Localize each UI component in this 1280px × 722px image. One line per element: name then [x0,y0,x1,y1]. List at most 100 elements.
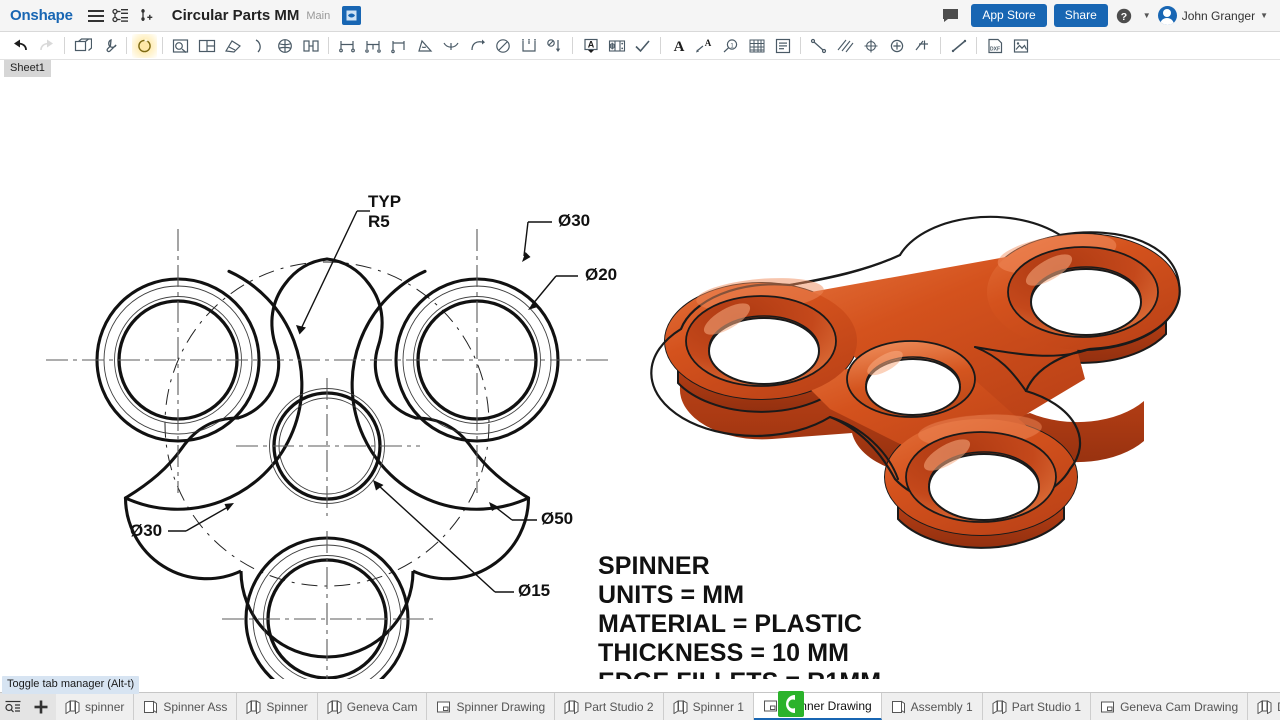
export-dxf-button[interactable]: DXF [982,34,1007,58]
tab-geneva-cam[interactable]: Geneva Cam [318,693,428,720]
version-branch-icon[interactable] [135,5,157,27]
broken-view-button[interactable] [298,34,323,58]
note-line: EDGE FILLETS = R1MM [598,668,881,679]
copy-button[interactable] [70,34,95,58]
user-menu[interactable]: John Granger ▼ [1158,6,1268,25]
projected-view-button[interactable] [194,34,219,58]
leader-dim-15 [378,485,514,592]
svg-text:?: ? [1121,11,1127,23]
app-store-button[interactable]: App Store [971,4,1046,27]
redo-button[interactable] [34,34,59,58]
tab-label: Spinner Drawing [456,700,545,714]
annotation-typ-r5: TYP R5 [368,192,401,232]
dimension-aligned-button[interactable] [360,34,385,58]
dimension-radial-button[interactable] [438,34,463,58]
circle-tool-button[interactable] [132,34,157,58]
dimension-arc-button[interactable] [464,34,489,58]
hatch-button[interactable] [832,34,857,58]
toolbar-divider [162,37,163,54]
ordinate-dimension-button[interactable] [516,34,541,58]
tab-label: spinner [85,700,124,714]
part-studio-icon [1257,700,1272,714]
bolt-circle-button[interactable] [910,34,935,58]
toolbar-divider [328,37,329,54]
tab-spinner-ass[interactable]: Spinner Ass [134,693,237,720]
hole-callout-button[interactable] [542,34,567,58]
tab-manager-icon[interactable] [2,696,24,718]
toolbar-divider [940,37,941,54]
tab-spinner-1[interactable]: Spinner [237,693,317,720]
part-studio-icon [65,700,80,714]
tab-drain-plate[interactable]: Drain Plate [1248,693,1280,720]
text-button[interactable]: A [666,34,691,58]
part-studio-icon [992,700,1007,714]
section-view-button[interactable] [220,34,245,58]
hamburger-menu-icon[interactable] [85,5,107,27]
note-line: MATERIAL = PLASTIC [598,610,881,639]
svg-text:1: 1 [730,42,734,49]
arrowhead-dim-30-left [225,503,235,511]
surface-finish-button[interactable]: A [578,34,603,58]
svg-text:A: A [673,39,684,54]
geometric-tolerance-button[interactable] [604,34,629,58]
crop-view-button[interactable] [272,34,297,58]
tab-part-studio-2[interactable]: Part Studio 2 [555,693,663,720]
user-caret-icon[interactable]: ▼ [1260,11,1268,20]
tab-spinner-drawing-active[interactable]: Spinner Drawing [754,693,882,720]
part-studio-icon [246,700,261,714]
dimension-baseline-button[interactable] [386,34,411,58]
tab-geneva-cam-drawing[interactable]: Geneva Cam Drawing [1091,693,1248,720]
help-question-icon[interactable]: ? [1115,5,1133,27]
dimension-linear-button[interactable] [334,34,359,58]
dimension-diameter-button[interactable] [490,34,515,58]
line-button[interactable] [946,34,971,58]
share-button[interactable]: Share [1054,4,1108,27]
toolbar-divider [572,37,573,54]
undo-button[interactable] [8,34,33,58]
tab-label: Part Studio 2 [584,700,653,714]
balloon-button[interactable]: 1 [718,34,743,58]
orthographic-front-view [13,165,611,679]
drawing-document-icon[interactable] [342,6,361,25]
sheet-tab-sheet1[interactable]: Sheet1 [4,60,51,77]
tab-label: Geneva Cam Drawing [1120,700,1238,714]
drawing-icon [763,699,778,713]
check-button[interactable] [630,34,655,58]
centerline-button[interactable] [806,34,831,58]
isometric-spinner-view [651,217,1179,548]
svg-text:DXF: DXF [990,46,1000,52]
document-tree-icon[interactable] [110,5,132,27]
detail-view-button[interactable] [246,34,271,58]
r5-label: R5 [368,212,401,232]
dimension-angular-button[interactable] [412,34,437,58]
tab-assembly-1[interactable]: Assembly 1 [882,693,983,720]
comment-bubble-icon[interactable] [939,5,961,27]
insert-view-button[interactable] [168,34,193,58]
arrowhead-typ-r5 [296,325,306,335]
tab-spinner-0[interactable]: spinner [56,693,134,720]
user-name-label: John Granger [1182,9,1255,23]
add-tab-icon[interactable] [30,696,52,718]
assembly-icon [143,700,158,714]
onshape-logo[interactable]: Onshape [8,7,73,24]
help-caret-icon[interactable]: ▼ [1143,11,1151,20]
tab-spinner-drawing[interactable]: Spinner Drawing [427,693,555,720]
leader-note-button[interactable]: A [692,34,717,58]
tab-label: Geneva Cam [347,700,418,714]
note-button[interactable] [770,34,795,58]
insert-image-button[interactable] [1008,34,1033,58]
annotation-dim-30-left: Ø30 [130,521,162,541]
drawing-canvas[interactable]: TYP R5 Ø30 Ø20 Ø30 Ø50 Ø15 SPINNER UNITS… [0,79,1280,679]
center-mark-button[interactable] [858,34,883,58]
drawing-note-block: SPINNER UNITS = MM MATERIAL = PLASTIC TH… [598,552,881,679]
tab-label: Spinner Ass [163,700,227,714]
toolbar-divider [126,37,127,54]
annotation-dim-20: Ø20 [585,265,617,285]
arrowhead-dim-30-top [522,252,531,262]
tab-spinner-2[interactable]: Spinner 1 [664,693,754,720]
crosshair-button[interactable] [884,34,909,58]
assembly-icon [891,700,906,714]
table-button[interactable] [744,34,769,58]
tab-part-studio-1[interactable]: Part Studio 1 [983,693,1091,720]
tools-wrench-button[interactable] [96,34,121,58]
